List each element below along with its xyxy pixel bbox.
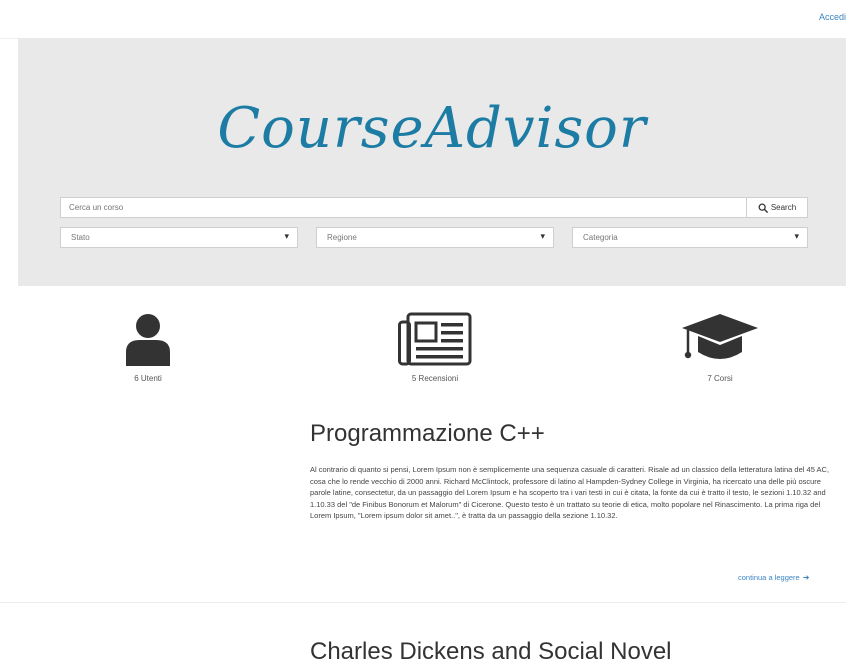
continue-reading-link[interactable]: continua a leggere ➜ <box>738 573 809 582</box>
top-navbar: Accedi <box>0 0 846 39</box>
arrow-right-icon: ➜ <box>802 573 810 582</box>
chevron-down-icon: ▾ <box>794 231 799 241</box>
hero-section: CourseAdvisor Search Stato ▾ Regione ▾ C… <box>18 38 846 286</box>
region-select[interactable]: Regione ▾ <box>316 227 554 248</box>
article-title-second[interactable]: Charles Dickens and Social Novel <box>310 638 672 666</box>
search-input[interactable] <box>60 197 746 218</box>
stat-courses: 7 Corsi <box>620 312 820 383</box>
search-button[interactable]: Search <box>746 197 808 218</box>
chevron-down-icon: ▾ <box>284 231 289 241</box>
category-select-label: Categoria <box>583 233 618 242</box>
state-select-label: Stato <box>71 233 90 242</box>
graduation-cap-icon <box>682 314 758 359</box>
article-excerpt: Al contrario di quanto si pensi, Lorem I… <box>310 465 830 520</box>
stat-users: 6 Utenti <box>48 312 248 383</box>
site-logo: CourseAdvisor <box>217 96 647 161</box>
login-link[interactable]: Accedi <box>819 12 846 22</box>
state-select[interactable]: Stato ▾ <box>60 227 298 248</box>
region-select-label: Regione <box>327 233 357 242</box>
stat-reviews: 5 Recensioni <box>335 312 535 383</box>
article-divider <box>0 602 846 603</box>
article-title[interactable]: Programmazione C++ <box>310 420 545 448</box>
chevron-down-icon: ▾ <box>540 231 545 241</box>
continue-reading-label: continua a leggere <box>738 573 800 582</box>
search-button-label: Search <box>770 203 797 212</box>
stat-courses-label: 7 Corsi <box>707 374 733 383</box>
newspaper-icon <box>398 312 472 366</box>
stat-users-label: 6 Utenti <box>134 374 162 383</box>
user-icon <box>126 314 170 366</box>
category-select[interactable]: Categoria ▾ <box>572 227 808 248</box>
stat-reviews-label: 5 Recensioni <box>411 374 459 383</box>
search-bar: Search <box>60 197 808 218</box>
search-icon <box>758 203 768 213</box>
